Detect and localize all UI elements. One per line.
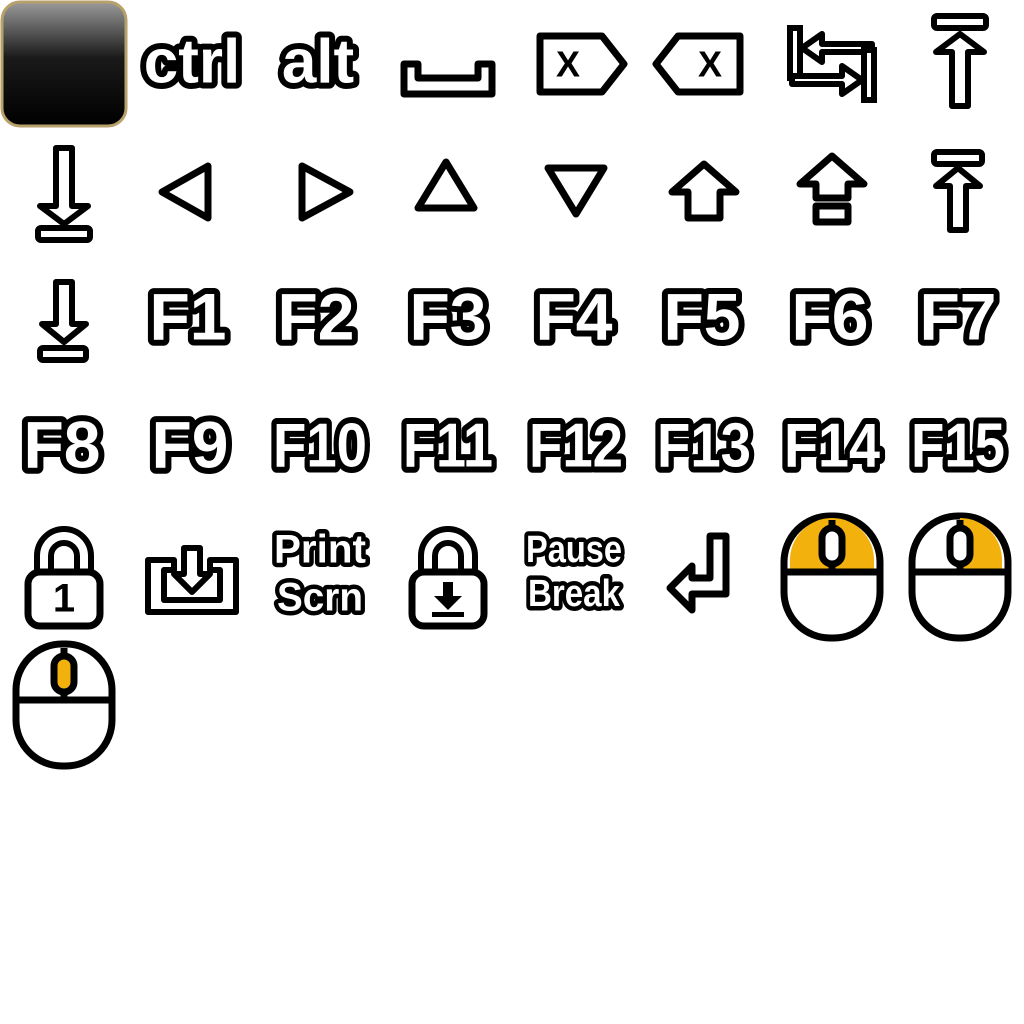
mouse-right-click-icon (896, 512, 1024, 642)
f5-key-icon: F5 (640, 256, 768, 384)
f13-label: F13 (657, 411, 751, 480)
home-key-icon (896, 0, 1024, 128)
f15-key-icon: F15 (896, 384, 1024, 512)
backspace-key-icon: X (640, 0, 768, 128)
delete-key-icon: X (512, 0, 640, 128)
num-lock-icon: 1 (0, 512, 128, 640)
backspace-label: X (698, 44, 722, 85)
f2-key-icon: F2 (256, 256, 384, 384)
enter-key-icon (640, 512, 768, 640)
shift-key-alt-icon (768, 128, 896, 256)
delete-label: X (556, 44, 580, 85)
f13-key-icon: F13 (640, 384, 768, 512)
f14-label: F14 (784, 411, 880, 480)
f12-label: F12 (529, 411, 623, 480)
f8-key-icon: F8 (0, 384, 128, 512)
arrow-right-icon (256, 128, 384, 256)
ctrl-key-icon: ctrl (128, 0, 256, 128)
page-down-icon (0, 256, 128, 384)
f11-label: F11 (403, 411, 493, 480)
insert-key-icon (128, 512, 256, 640)
f8-label: F8 (23, 407, 100, 481)
page-up-icon (896, 128, 1024, 256)
mouse-middle-click-icon (0, 640, 128, 770)
f3-key-icon: F3 (384, 256, 512, 384)
f10-key-icon: F10 (256, 384, 384, 512)
alt-label: alt (282, 27, 354, 96)
f11-key-icon: F11 (384, 384, 512, 512)
print-screen-key-icon: Print Scrn (256, 512, 384, 640)
alt-key-icon: alt (256, 0, 384, 128)
f14-key-icon: F14 (768, 384, 896, 512)
f15-label: F15 (911, 411, 1005, 480)
f9-key-icon: F9 (128, 384, 256, 512)
end-key-icon (0, 128, 128, 256)
f1-key-icon: F1 (128, 256, 256, 384)
arrow-down-icon (512, 128, 640, 256)
shift-key-icon (640, 128, 768, 256)
pause-break-key-icon: Pause Break (512, 512, 640, 640)
print-screen-label-line2: Scrn (277, 576, 363, 620)
mouse-left-click-icon (768, 512, 896, 642)
f10-label: F10 (273, 411, 367, 480)
f12-key-icon: F12 (512, 384, 640, 512)
arrow-up-icon (384, 128, 512, 256)
num-lock-label: 1 (53, 577, 75, 621)
f7-label: F7 (919, 279, 996, 353)
ctrl-label: ctrl (144, 27, 240, 96)
f6-key-icon: F6 (768, 256, 896, 384)
space-key-icon (384, 0, 512, 128)
print-screen-label-line1: Print (274, 528, 366, 572)
f6-label: F6 (791, 279, 868, 353)
f4-key-icon: F4 (512, 256, 640, 384)
pause-break-label-line2: Break (528, 573, 621, 615)
tab-key-icon (768, 0, 896, 128)
f7-key-icon: F7 (896, 256, 1024, 384)
blank-key-icon (0, 0, 128, 128)
f5-label: F5 (663, 279, 740, 353)
arrow-left-icon (128, 128, 256, 256)
icon-sheet: ctrl alt X X F1 F2 F3 F4 F5 F6 F7 F8 F9 … (0, 0, 1024, 1024)
f3-label: F3 (409, 279, 486, 353)
pause-break-label-line1: Pause (526, 529, 622, 571)
f2-label: F2 (277, 279, 354, 353)
f1-label: F1 (149, 279, 226, 353)
f9-label: F9 (151, 407, 228, 481)
scroll-lock-icon (384, 512, 512, 640)
f4-label: F4 (535, 279, 612, 353)
